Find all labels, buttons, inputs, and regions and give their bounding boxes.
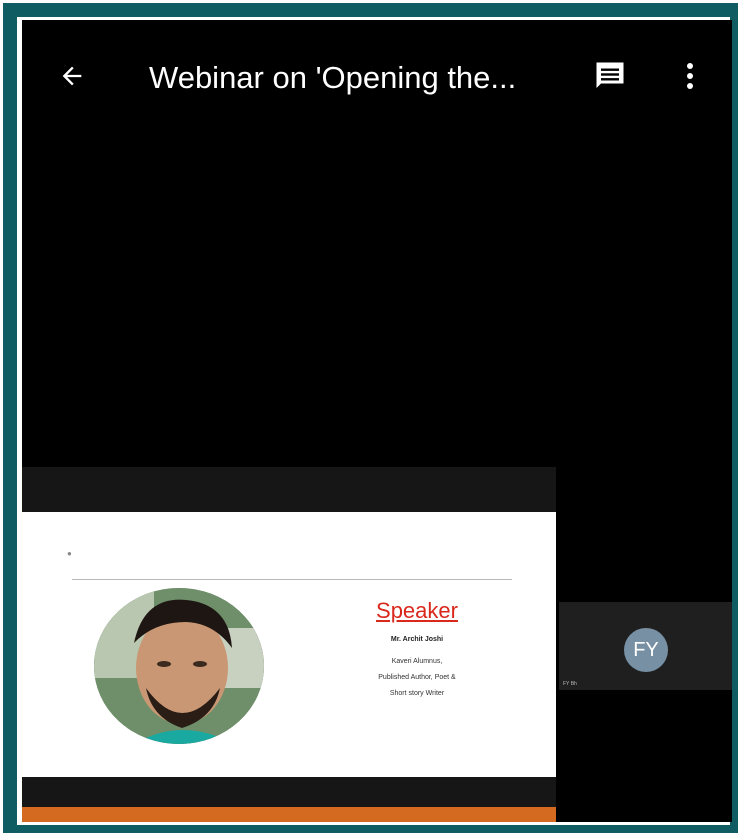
- slide-heading: Speaker: [376, 598, 458, 623]
- more-options-button[interactable]: [672, 56, 708, 100]
- speaker-detail-line: Kaveri Alumnus,: [391, 658, 443, 665]
- participant-tile[interactable]: FY FY Bh: [559, 602, 732, 690]
- back-button[interactable]: [50, 56, 94, 100]
- slide-marker: ●: [67, 549, 72, 558]
- chat-button[interactable]: [588, 56, 632, 100]
- more-vert-icon: [685, 61, 695, 96]
- screen-share-view[interactable]: ● Speaker Mr. Archit Joshi Kaveri Alumnu…: [22, 467, 556, 822]
- avatar: FY: [624, 628, 668, 672]
- top-app-bar: Webinar on 'Opening the...: [22, 20, 732, 130]
- slide-divider: [72, 579, 512, 580]
- meeting-title: Webinar on 'Opening the...: [149, 60, 517, 95]
- meeting-screen: Webinar on 'Opening the... ● Speaker Mr.…: [22, 20, 732, 822]
- chat-icon: [592, 58, 628, 99]
- speaker-detail-line: Short story Writer: [389, 690, 445, 697]
- presentation-slide: ● Speaker Mr. Archit Joshi Kaveri Alumnu…: [22, 512, 556, 822]
- slide-footer-bar: [22, 807, 556, 822]
- speaker-photo: [94, 588, 264, 744]
- participant-name: FY Bh: [563, 681, 577, 687]
- arrow-back-icon: [58, 62, 86, 95]
- speaker-detail-line: Published Author, Poet &: [378, 674, 456, 681]
- speaker-name: Mr. Archit Joshi: [390, 636, 444, 643]
